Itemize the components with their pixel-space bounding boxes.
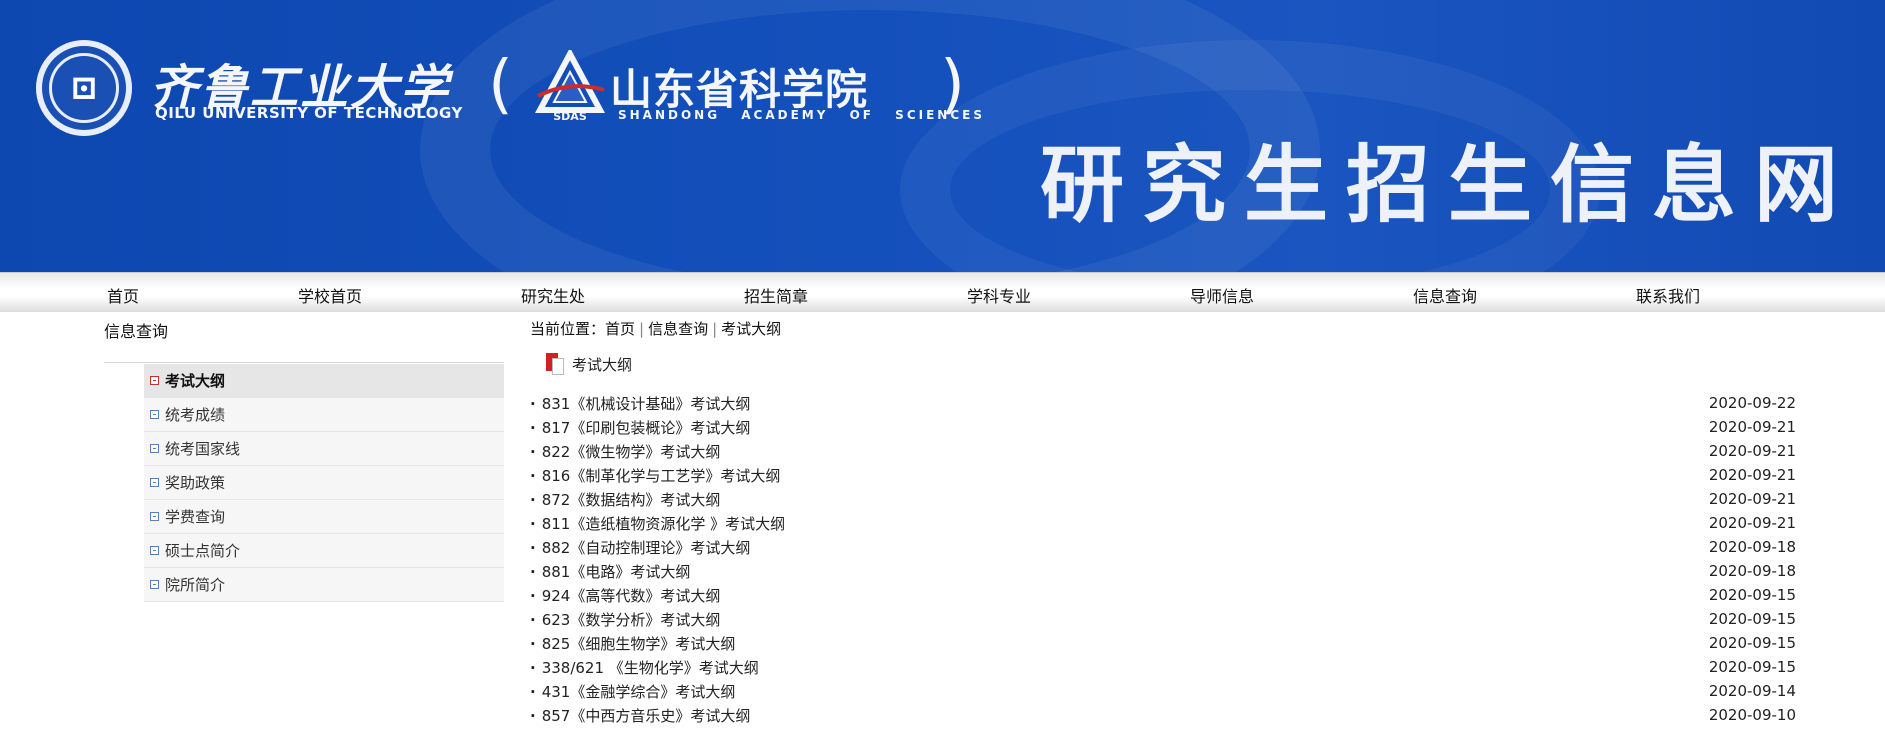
- sidebar-menu: 考试大纲 统考成绩 统考国家线 奖助政策 学费查询 硕士点简介 院所简介: [144, 364, 504, 602]
- list-item: 822《微生物学》考试大纲 2020-09-21: [530, 439, 1796, 463]
- list-item-link[interactable]: 831《机械设计基础》考试大纲: [530, 393, 751, 414]
- list-item-date: 2020-09-21: [1708, 418, 1796, 436]
- close-paren: ): [940, 48, 965, 122]
- list-item-link[interactable]: 816《制革化学与工艺学》考试大纲: [530, 465, 781, 486]
- seal-emblem-icon: ⊡: [49, 53, 119, 123]
- sidebar-divider: [104, 362, 504, 363]
- list-item: 881《电路》考试大纲 2020-09-18: [530, 559, 1796, 583]
- open-paren: (: [488, 48, 513, 122]
- nav-item-graduate-office[interactable]: 研究生处: [521, 283, 585, 307]
- list-item: 831《机械设计基础》考试大纲 2020-09-22: [530, 391, 1796, 415]
- list-item-link[interactable]: 825《细胞生物学》考试大纲: [530, 633, 736, 654]
- sidebar-item-tuition-query[interactable]: 学费查询: [144, 500, 504, 534]
- university-name-en: QILU UNIVERSITY OF TECHNOLOGY: [155, 104, 463, 122]
- breadcrumb-prefix: 当前位置：: [530, 320, 606, 338]
- breadcrumb-current[interactable]: 考试大纲: [721, 320, 781, 338]
- section-title: 考试大纲: [546, 352, 632, 376]
- list-item-date: 2020-09-15: [1708, 586, 1796, 604]
- nav-item-home[interactable]: 首页: [107, 283, 139, 307]
- sdas-logo-icon: SDAS: [534, 50, 606, 122]
- list-item: 623《数学分析》考试大纲 2020-09-15: [530, 607, 1796, 631]
- list-item: 924《高等代数》考试大纲 2020-09-15: [530, 583, 1796, 607]
- academy-name-en: SHANDONG ACADEMY OF SCIENCES: [618, 108, 985, 122]
- list-item: 431《金融学综合》考试大纲 2020-09-14: [530, 679, 1796, 703]
- section-title-text: 考试大纲: [572, 355, 633, 374]
- list-item-date: 2020-09-14: [1708, 682, 1796, 700]
- breadcrumb: 当前位置：首页 | 信息查询 | 考试大纲: [530, 318, 781, 339]
- list-item-date: 2020-09-15: [1708, 610, 1796, 628]
- collapse-icon: [150, 376, 159, 385]
- collapse-icon: [150, 478, 159, 487]
- list-item-link[interactable]: 924《高等代数》考试大纲: [530, 585, 721, 606]
- list-item: 857《中西方音乐史》考试大纲 2020-09-10: [530, 703, 1796, 727]
- collapse-icon: [150, 512, 159, 521]
- article-list: 831《机械设计基础》考试大纲 2020-09-22 817《印刷包装概论》考试大…: [530, 391, 1796, 727]
- list-item-link[interactable]: 857《中西方音乐史》考试大纲: [530, 705, 751, 726]
- list-item-link[interactable]: 882《自动控制理论》考试大纲: [530, 537, 751, 558]
- site-title: 研究生招生信息网: [1040, 135, 1857, 234]
- sidebar-item-label: 奖助政策: [165, 473, 226, 492]
- list-item: 338/621 《生物化学》考试大纲 2020-09-15: [530, 655, 1796, 679]
- breadcrumb-separator: |: [712, 320, 718, 338]
- sidebar-item-exam-syllabus[interactable]: 考试大纲: [144, 364, 504, 398]
- list-item-date: 2020-09-10: [1708, 706, 1796, 724]
- list-item-link[interactable]: 822《微生物学》考试大纲: [530, 441, 721, 462]
- breadcrumb-info-query[interactable]: 信息查询: [648, 320, 708, 338]
- document-icon: [546, 353, 564, 375]
- sdas-badge: SDAS: [553, 110, 587, 122]
- list-item-link[interactable]: 881《电路》考试大纲: [530, 561, 691, 582]
- sidebar-item-label: 考试大纲: [165, 371, 226, 390]
- sidebar-heading: 信息查询: [104, 322, 169, 341]
- sidebar-item-scholarship-policy[interactable]: 奖助政策: [144, 466, 504, 500]
- nav-item-info-query[interactable]: 信息查询: [1413, 283, 1477, 307]
- list-item-link[interactable]: 811《造纸植物资源化学 》考试大纲: [530, 513, 785, 534]
- university-seal-logo[interactable]: ⊡: [36, 40, 132, 136]
- list-item: 872《数据结构》考试大纲 2020-09-21: [530, 487, 1796, 511]
- collapse-icon: [150, 580, 159, 589]
- header-banner: ⊡ 齐鲁工业大学 QILU UNIVERSITY OF TECHNOLOGY (…: [0, 0, 1885, 272]
- sidebar-item-label: 院所简介: [165, 575, 226, 594]
- nav-item-contact[interactable]: 联系我们: [1636, 283, 1700, 307]
- list-item: 817《印刷包装概论》考试大纲 2020-09-21: [530, 415, 1796, 439]
- nav-item-admission-brochure[interactable]: 招生简章: [744, 283, 808, 307]
- nav-item-disciplines[interactable]: 学科专业: [967, 283, 1031, 307]
- list-item-date: 2020-09-18: [1708, 538, 1796, 556]
- sidebar-item-exam-scores[interactable]: 统考成绩: [144, 398, 504, 432]
- list-item-link[interactable]: 623《数学分析》考试大纲: [530, 609, 721, 630]
- sidebar-item-label: 统考成绩: [165, 405, 226, 424]
- list-item-date: 2020-09-21: [1708, 490, 1796, 508]
- list-item-date: 2020-09-21: [1708, 466, 1796, 484]
- list-item: 816《制革化学与工艺学》考试大纲 2020-09-21: [530, 463, 1796, 487]
- nav-item-school-home[interactable]: 学校首页: [298, 283, 362, 307]
- list-item: 825《细胞生物学》考试大纲 2020-09-15: [530, 631, 1796, 655]
- list-item-date: 2020-09-21: [1708, 442, 1796, 460]
- list-item-link[interactable]: 817《印刷包装概论》考试大纲: [530, 417, 751, 438]
- breadcrumb-separator: |: [639, 320, 645, 338]
- list-item-date: 2020-09-21: [1708, 514, 1796, 532]
- list-item-link[interactable]: 338/621 《生物化学》考试大纲: [530, 657, 759, 678]
- list-item: 811《造纸植物资源化学 》考试大纲 2020-09-21: [530, 511, 1796, 535]
- list-item-date: 2020-09-15: [1708, 658, 1796, 676]
- list-item-date: 2020-09-18: [1708, 562, 1796, 580]
- breadcrumb-home[interactable]: 首页: [605, 320, 635, 338]
- sidebar-item-label: 硕士点简介: [165, 541, 241, 560]
- list-item-link[interactable]: 431《金融学综合》考试大纲: [530, 681, 736, 702]
- main-nav: 首页 学校首页 研究生处 招生简章 学科专业 导师信息 信息查询 联系我们: [0, 272, 1885, 312]
- sidebar-item-national-line[interactable]: 统考国家线: [144, 432, 504, 466]
- sidebar-item-master-programs[interactable]: 硕士点简介: [144, 534, 504, 568]
- list-item-date: 2020-09-22: [1708, 394, 1796, 412]
- list-item: 882《自动控制理论》考试大纲 2020-09-18: [530, 535, 1796, 559]
- list-item-link[interactable]: 872《数据结构》考试大纲: [530, 489, 721, 510]
- collapse-icon: [150, 546, 159, 555]
- collapse-icon: [150, 410, 159, 419]
- sidebar-item-institutes[interactable]: 院所简介: [144, 568, 504, 602]
- nav-item-supervisors[interactable]: 导师信息: [1190, 283, 1254, 307]
- sidebar-item-label: 学费查询: [165, 507, 226, 526]
- list-item-date: 2020-09-15: [1708, 634, 1796, 652]
- collapse-icon: [150, 444, 159, 453]
- sidebar-item-label: 统考国家线: [165, 439, 241, 458]
